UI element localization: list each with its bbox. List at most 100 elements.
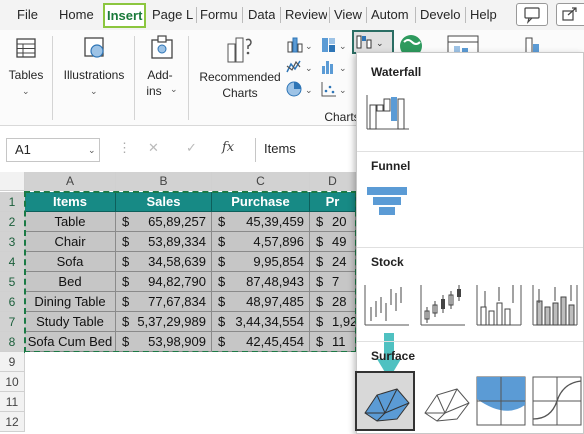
sales-cell[interactable]: $5,37,29,989 [116,312,212,332]
group-separator [134,36,135,120]
purchase-cell[interactable]: $87,48,943 [212,272,310,292]
line-chart-icon[interactable]: ⌄ [286,58,314,76]
purchase-cell[interactable]: $48,97,485 [212,292,310,312]
items-cell[interactable]: Sofa [25,252,116,272]
profit-cell[interactable]: $49 [310,232,356,252]
tab-view[interactable]: View [334,5,362,25]
stock-vhlc-option[interactable] [475,281,523,329]
hierarchy-chart-icon[interactable]: ⌄ [320,36,348,54]
tab-data[interactable]: Data [248,5,275,25]
tab-page-layout[interactable]: Page L [152,5,196,25]
sales-cell[interactable]: $53,98,909 [116,332,212,352]
profit-cell[interactable]: $7 [310,272,356,292]
currency-symbol: $ [218,214,226,229]
tab-file[interactable]: File [17,5,38,25]
column-header-a[interactable]: A [25,172,116,191]
purchase-cell[interactable]: $3,44,34,554 [212,312,310,332]
column-header-d[interactable]: D [310,172,356,191]
waterfall-chart-icon: ⌄ [356,35,384,49]
row-header[interactable]: 8 [0,332,25,352]
chevron-down-icon[interactable]: ⌄ [88,145,96,156]
row-header[interactable]: 4 [0,252,25,272]
column-chart-icon[interactable]: ⌄ [286,36,314,54]
tab-formulas[interactable]: Formu [200,5,240,25]
row-header[interactable]: 9 [0,352,25,372]
sales-cell[interactable]: $34,58,639 [116,252,212,272]
sales-cell[interactable]: $65,89,257 [116,212,212,232]
waterfall-stock-chart-button[interactable]: ⌄ [352,30,394,54]
stock-hlc-option[interactable] [363,281,411,329]
cell-value: 11 [332,334,346,349]
select-all-corner[interactable] [0,172,25,191]
surface-wireframe-3d-option[interactable] [419,373,473,429]
tab-insert[interactable]: Insert [103,3,147,28]
tab-separator [280,7,281,23]
purchase-cell[interactable]: $42,45,454 [212,332,310,352]
items-cell[interactable]: Chair [25,232,116,252]
pie-chart-icon[interactable]: ⌄ [286,80,314,98]
items-cell[interactable]: Dining Table [25,292,116,312]
surface-3d-option[interactable] [355,371,415,431]
purchase-cell[interactable]: $4,57,896 [212,232,310,252]
sales-cell[interactable]: $77,67,834 [116,292,212,312]
waterfall-chart-thumb-icon [366,95,409,130]
profit-cell[interactable]: $1,92 [310,312,356,332]
items-cell[interactable]: Bed [25,272,116,292]
row-header[interactable]: 12 [0,412,25,432]
contour-wireframe-option[interactable] [531,375,583,427]
row-header[interactable]: 5 [0,272,25,292]
recommended-charts-button[interactable]: Recommended Charts [196,30,284,126]
cancel-icon[interactable]: ✕ [148,140,159,156]
column-header-b[interactable]: B [116,172,212,191]
addins-button[interactable]: Add- ins ⌄ [138,30,186,126]
surface-3d-icon [364,388,410,422]
purchase-cell[interactable]: $9,95,854 [212,252,310,272]
row-header[interactable]: 3 [0,232,25,252]
waterfall-chart-option[interactable] [363,89,411,137]
purchase-cell[interactable]: $45,39,459 [212,212,310,232]
tab-review[interactable]: Review [285,5,327,25]
row-header[interactable]: 11 [0,392,25,412]
items-cell[interactable]: Table [25,212,116,232]
addins-icon [151,35,173,59]
tab-home[interactable]: Home [59,5,94,25]
contour-option[interactable] [475,375,527,427]
row-header[interactable]: 6 [0,292,25,312]
items-cell[interactable]: Sofa Cum Bed [25,332,116,352]
enter-icon[interactable]: ✓ [186,140,197,156]
tab-automate[interactable]: Autom [371,5,413,25]
tab-separator [415,7,416,23]
tab-help[interactable]: Help [470,5,497,25]
illustrations-button[interactable]: Illustrations ⌄ [56,30,132,126]
profit-cell[interactable]: $24 [310,252,356,272]
insert-function-icon[interactable]: fx [222,140,234,155]
recommended-charts-icon [227,37,252,63]
empty-cells[interactable] [25,352,356,432]
profit-cell[interactable]: $11 [310,332,356,352]
stock-ohlc-option[interactable] [419,281,467,329]
name-box[interactable]: A1 [6,138,100,162]
row-header[interactable]: 2 [0,212,25,232]
header-cell-items[interactable]: Items [25,192,116,212]
tables-button[interactable]: Tables ⌄ [0,30,52,126]
funnel-chart-option[interactable] [363,183,411,231]
share-button[interactable] [556,3,584,26]
scatter-chart-icon[interactable]: ⌄ [320,80,348,98]
sales-cell[interactable]: $53,89,334 [116,232,212,252]
statistic-chart-icon[interactable]: ⌄ [320,58,348,76]
row-header[interactable]: 7 [0,312,25,332]
shapes-icon [84,37,104,58]
header-cell-profit[interactable]: Pr [310,192,356,212]
items-cell[interactable]: Study Table [25,312,116,332]
row-header[interactable]: 10 [0,372,25,392]
column-header-c[interactable]: C [212,172,310,191]
comments-button[interactable] [516,3,548,26]
header-cell-sales[interactable]: Sales [116,192,212,212]
sales-cell[interactable]: $94,82,790 [116,272,212,292]
header-cell-purchase[interactable]: Purchase [212,192,310,212]
tab-developer[interactable]: Develo [420,5,463,25]
profit-cell[interactable]: $20 [310,212,356,232]
profit-cell[interactable]: $28 [310,292,356,312]
row-header[interactable]: 1 [0,192,25,212]
stock-vohlc-option[interactable] [531,281,579,329]
